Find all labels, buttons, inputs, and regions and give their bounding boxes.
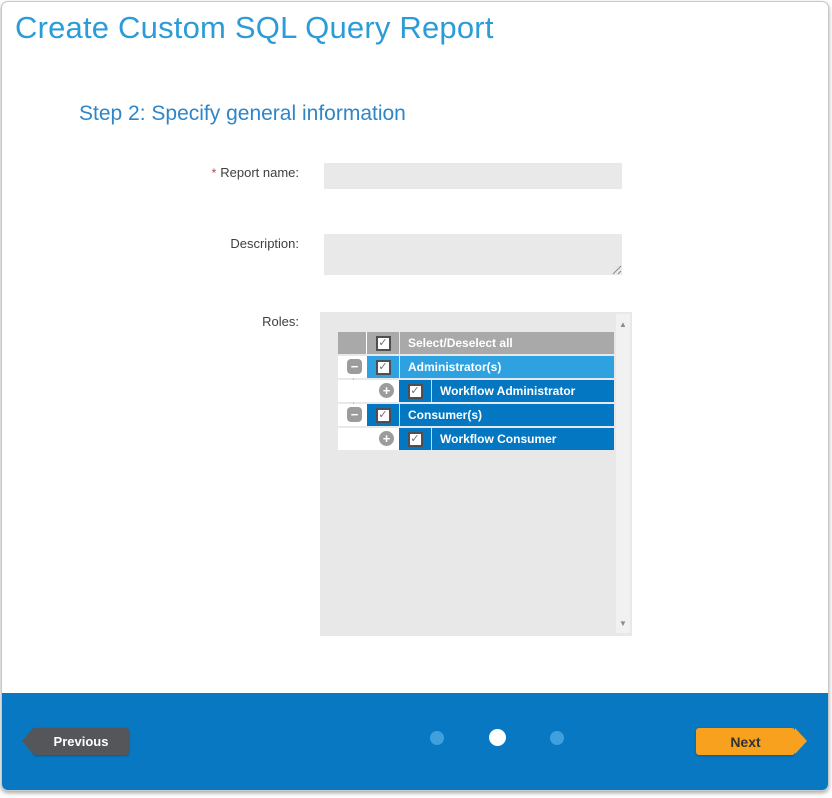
expand-button[interactable]: + (379, 383, 394, 398)
minus-icon: − (351, 360, 359, 373)
scroll-up-button[interactable]: ▲ (616, 316, 630, 332)
next-button-label: Next (730, 734, 760, 750)
next-button[interactable]: Next (696, 728, 795, 755)
scroll-up-icon: ▲ (619, 320, 627, 329)
workflow-consumer-checkbox[interactable]: ✓ (408, 432, 423, 447)
workflow-consumer-label: Workflow Consumer (432, 432, 614, 446)
wizard-window: Create Custom SQL Query Report Step 2: S… (1, 1, 829, 791)
report-name-label: *Report name: (2, 165, 299, 180)
description-input[interactable] (324, 234, 622, 275)
checkmark-icon: ✓ (410, 386, 419, 397)
roles-tree: ✓ Select/Deselect all − ✓ Administrator(… (320, 312, 632, 636)
workflow-administrator-checkbox[interactable]: ✓ (408, 384, 423, 399)
page-title: Create Custom SQL Query Report (15, 10, 494, 46)
consumers-label: Consumer(s) (400, 408, 614, 422)
wizard-footer: Previous Next (2, 693, 828, 790)
role-row-administrators[interactable]: − ✓ Administrator(s) (338, 356, 614, 378)
checkmark-icon: ✓ (410, 434, 419, 445)
report-name-label-text: Report name: (220, 165, 299, 180)
checkmark-icon: ✓ (378, 362, 387, 373)
checkmark-icon: ✓ (378, 338, 387, 349)
select-all-label: Select/Deselect all (400, 336, 614, 350)
page-dot-1 (430, 731, 444, 745)
scroll-down-button[interactable]: ▼ (616, 615, 630, 631)
administrators-checkbox[interactable]: ✓ (376, 360, 391, 375)
roles-header-row[interactable]: ✓ Select/Deselect all (338, 332, 614, 354)
collapse-button[interactable]: − (347, 359, 362, 374)
minus-icon: − (351, 408, 359, 421)
workflow-administrator-label: Workflow Administrator (432, 384, 614, 398)
plus-icon: + (383, 384, 391, 397)
page-dot-2-active (489, 729, 506, 746)
vertical-scrollbar[interactable]: ▲ ▼ (616, 314, 630, 633)
role-row-workflow-consumer[interactable]: + ✓ Workflow Consumer (338, 428, 614, 450)
report-name-input[interactable] (324, 163, 622, 189)
administrators-label: Administrator(s) (400, 360, 614, 374)
scroll-down-icon: ▼ (619, 619, 627, 628)
roles-label-text: Roles: (262, 314, 299, 329)
select-all-checkbox[interactable]: ✓ (376, 336, 391, 351)
checkmark-icon: ✓ (378, 410, 387, 421)
header-expander-cell (338, 332, 366, 354)
expand-button[interactable]: + (379, 431, 394, 446)
previous-button-label: Previous (54, 734, 109, 749)
required-asterisk: * (212, 166, 217, 180)
step-heading: Step 2: Specify general information (79, 102, 406, 126)
plus-icon: + (383, 432, 391, 445)
consumers-checkbox[interactable]: ✓ (376, 408, 391, 423)
page-dot-3 (550, 731, 564, 745)
collapse-button[interactable]: − (347, 407, 362, 422)
role-row-workflow-administrator[interactable]: + ✓ Workflow Administrator (338, 380, 614, 402)
roles-label: Roles: (2, 314, 299, 329)
previous-button[interactable]: Previous (33, 728, 129, 755)
resize-handle-icon[interactable] (610, 263, 622, 275)
role-row-consumers[interactable]: − ✓ Consumer(s) (338, 404, 614, 426)
description-label-text: Description: (230, 236, 299, 251)
description-label: Description: (2, 236, 299, 251)
